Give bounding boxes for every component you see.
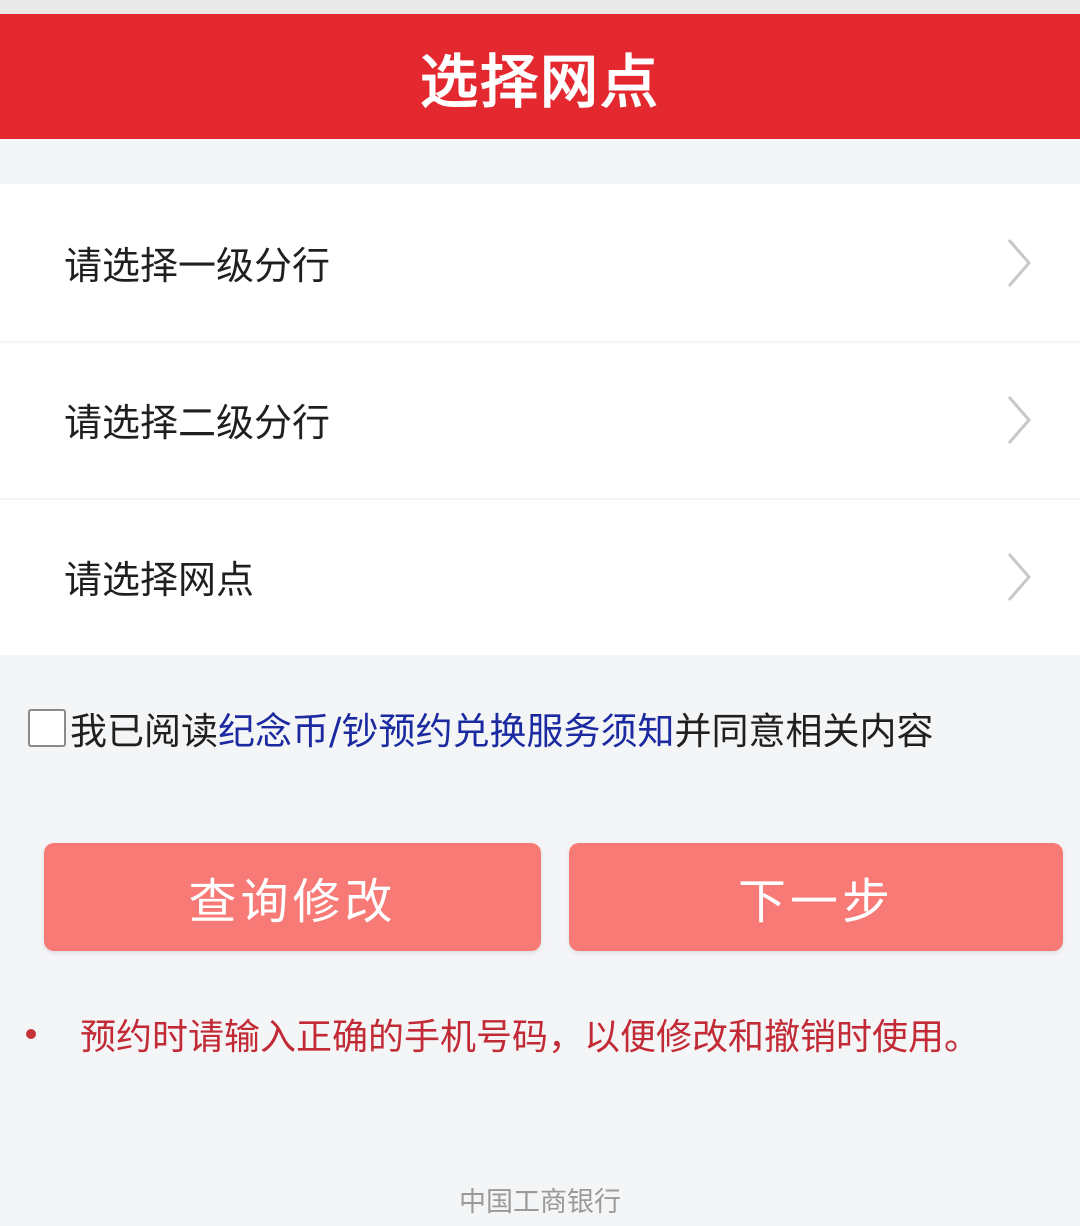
- page-header: 选择网点: [0, 14, 1080, 139]
- branch-selection-list: 请选择一级分行 请选择二级分行 请选择网点: [0, 184, 1080, 655]
- agreement-prefix: 我已阅读: [70, 710, 218, 753]
- agreement-checkbox[interactable]: [28, 709, 66, 747]
- chevron-right-icon: [1007, 552, 1031, 601]
- service-notice-link[interactable]: 纪念币/钞预约兑换服务须知: [218, 710, 674, 753]
- query-modify-button[interactable]: 查询修改: [44, 843, 541, 951]
- select-secondary-branch-label: 请选择二级分行: [64, 401, 331, 445]
- status-strip: [0, 0, 1080, 14]
- select-primary-branch-label: 请选择一级分行: [64, 244, 331, 288]
- select-outlet-row[interactable]: 请选择网点: [0, 498, 1080, 655]
- agreement-row: 我已阅读纪念币/钞预约兑换服务须知并同意相关内容: [28, 698, 933, 758]
- select-outlet-label: 请选择网点: [64, 558, 255, 602]
- chevron-right-icon: [1007, 395, 1031, 444]
- select-secondary-branch-row[interactable]: 请选择二级分行: [0, 341, 1080, 498]
- phone-notice-text: 预约时请输入正确的手机号码，以便修改和撤销时使用。: [80, 1017, 981, 1058]
- page-title: 选择网点: [419, 47, 660, 116]
- agreement-suffix: 并同意相关内容: [674, 710, 934, 753]
- footer-bank-name: 中国工商银行: [459, 1187, 621, 1218]
- agreement-text: 我已阅读纪念币/钞预约兑换服务须知并同意相关内容: [70, 701, 933, 755]
- chevron-right-icon: [1007, 238, 1031, 287]
- bullet-icon: [26, 1029, 36, 1039]
- select-primary-branch-row[interactable]: 请选择一级分行: [0, 184, 1080, 341]
- phone-notice: 预约时请输入正确的手机号码，以便修改和撤销时使用。: [26, 1004, 980, 1064]
- next-step-button[interactable]: 下一步: [569, 843, 1063, 951]
